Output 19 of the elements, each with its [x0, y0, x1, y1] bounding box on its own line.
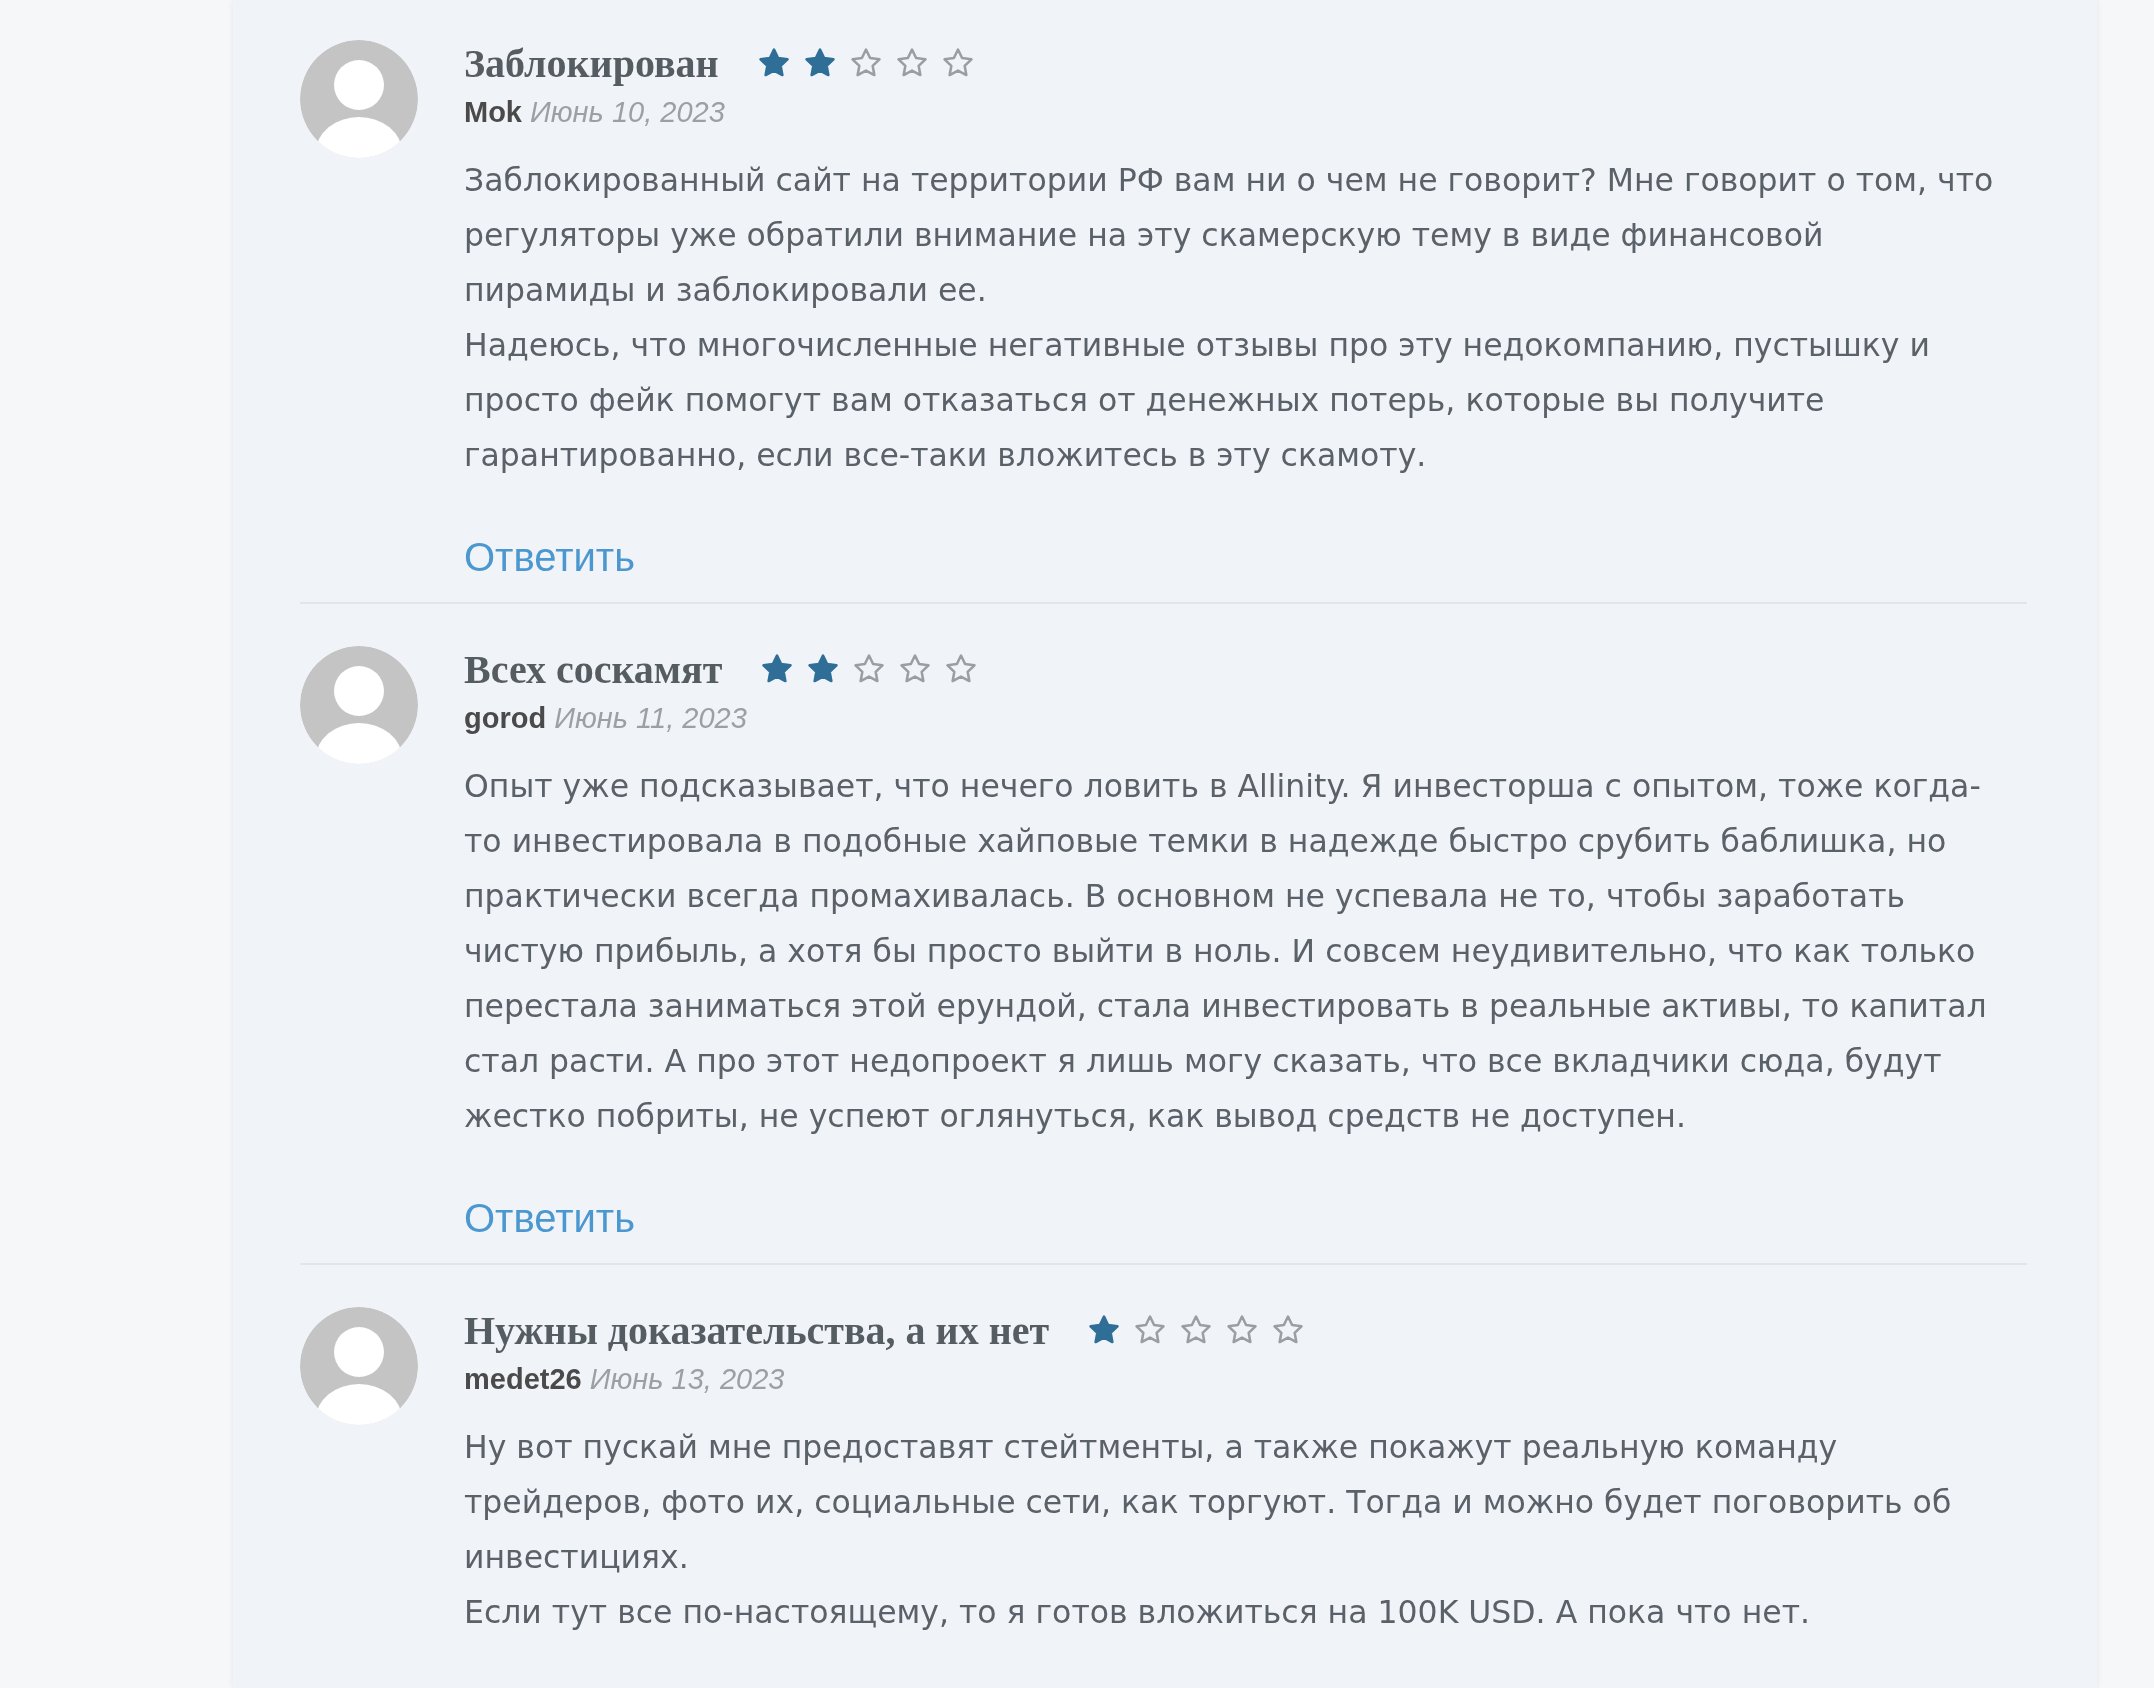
author-name: Mok: [464, 96, 522, 128]
avatar-icon: [300, 1307, 418, 1425]
review-date: Июнь 11, 2023: [554, 702, 747, 734]
review-title: Нужны доказательства, а их нет: [464, 1306, 1050, 1354]
avatar-icon: [300, 646, 418, 764]
review-title: Всех соскамят: [464, 645, 723, 693]
review-text: Надеюсь, что многочисленные негативные отзывы про эту недокомпанию, пустышку и просто фейк помогут вам отказаться от денежных потерь, которые вы получите гарантированно, если все-таки вложитесь в эту скамоту.: [464, 326, 1931, 475]
review-title: Заблокирован: [464, 39, 719, 87]
reply-link[interactable]: Ответить: [464, 535, 635, 580]
review-date: Июнь 10, 2023: [530, 96, 725, 128]
author-name: gorod: [464, 702, 547, 734]
review-text: Если тут все по-настоящему, то я готов вложиться на 100K USD. А пока что нет.: [464, 1593, 1811, 1632]
review-date: Июнь 13, 2023: [589, 1363, 785, 1395]
review-text: Опыт уже подсказывает, что нечего ловить в Allinity. Я инвесторша с опытом, тоже когда-то инвестировала в подобные хайповые темки в надежде быстро срубить баблишка, но практически всегда промахивалась. В основном не успевала не то, чтобы заработать чистую прибыль, а хотя бы просто выйти в ноль. И совсем неудивительно, что как только перестала заниматься этой ерундой, стала инвестировать в реальные активы, то капитал стал расти. А про этот недопроект я лишь могу сказать, что все вкладчики сюда, будут жестко побриты, не успеют оглянуться, как вывод средств не доступен.: [464, 767, 1988, 1136]
reply-link[interactable]: Ответить: [464, 1196, 635, 1241]
review-text: Ну вот пускай мне предоставят стейтменты, а также покажут реальную команду трейдеров, фото их, социальные сети, как торгуют. Тогда и можно будет поговорить об инвестициях.: [464, 1428, 1953, 1577]
author-name: medet26: [464, 1363, 582, 1395]
avatar-icon: [300, 40, 418, 158]
review-text: Заблокированный сайт на территории РФ вам ни о чем не говорит? Мне говорит о том, что регуляторы уже обратили внимание на эту скамерскую тему в виде финансовой пирамиды и заблокировали ее.: [464, 161, 1995, 310]
